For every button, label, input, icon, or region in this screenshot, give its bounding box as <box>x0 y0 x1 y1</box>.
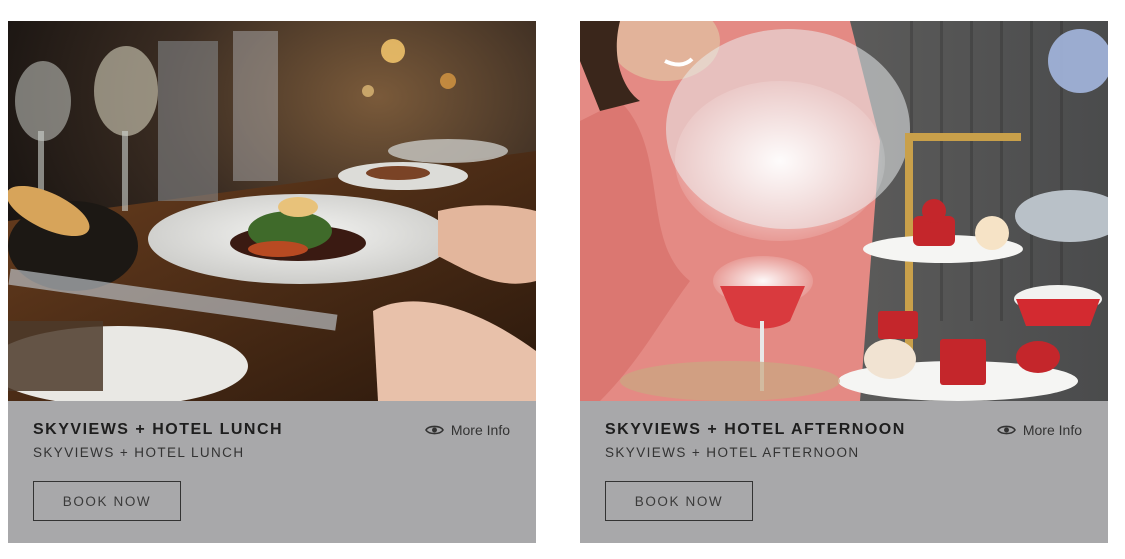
package-subtitle: SKYVIEWS + HOTEL AFTERNOON <box>605 445 860 460</box>
afternoon-tea-photo <box>580 21 1108 401</box>
package-subtitle: SKYVIEWS + HOTEL LUNCH <box>33 445 245 460</box>
lunch-dining-photo <box>8 21 536 401</box>
more-info-link[interactable]: More Info <box>424 422 510 438</box>
eye-icon <box>424 425 444 435</box>
book-now-button[interactable]: BOOK NOW <box>33 481 181 521</box>
book-now-button[interactable]: BOOK NOW <box>605 481 753 521</box>
eye-icon <box>996 425 1016 435</box>
more-info-label: More Info <box>450 422 510 438</box>
more-info-link[interactable]: More Info <box>996 422 1082 438</box>
package-title: SKYVIEWS + HOTEL AFTERNOON <box>605 421 906 438</box>
more-info-label: More Info <box>1022 422 1082 438</box>
package-title: SKYVIEWS + HOTEL LUNCH <box>33 421 284 438</box>
package-card-afternoon: SKYVIEWS + HOTEL AFTERNOON SKYVIEWS + HO… <box>580 21 1108 543</box>
package-card-lunch: SKYVIEWS + HOTEL LUNCH SKYVIEWS + HOTEL … <box>8 21 536 543</box>
